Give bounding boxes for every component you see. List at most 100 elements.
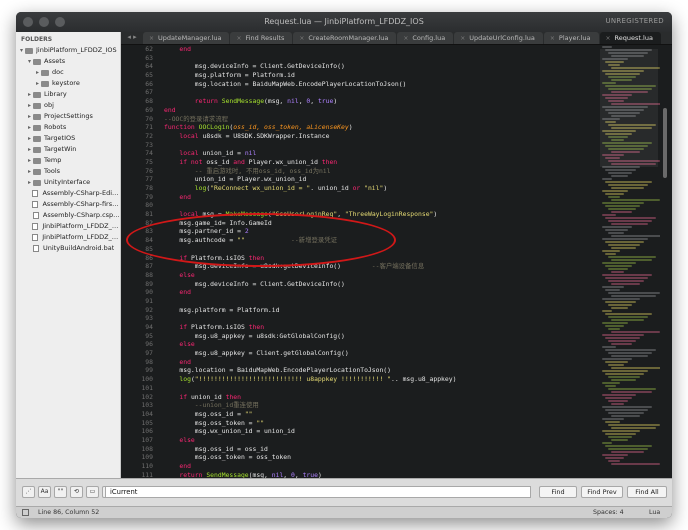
sidebar-item[interactable]: ▸ obj bbox=[16, 100, 120, 111]
disclosure-arrow-icon[interactable]: ▸ bbox=[26, 133, 33, 144]
disclosure-arrow-icon[interactable]: ▸ bbox=[26, 144, 33, 155]
code-line[interactable] bbox=[164, 314, 594, 323]
scrollbar-thumb[interactable] bbox=[663, 108, 667, 178]
code-line[interactable]: if union_id then bbox=[164, 393, 594, 402]
sidebar-item[interactable]: ▸ doc bbox=[16, 67, 120, 78]
sidebar-item[interactable]: Assembly-CSharp.csproj bbox=[16, 210, 120, 221]
find-prev-button[interactable]: Find Prev bbox=[581, 486, 623, 498]
code-line[interactable]: local msg = MakeMessage("SsoUserLoginReq… bbox=[164, 210, 594, 219]
code-line[interactable]: if Platform.isIOS then bbox=[164, 254, 594, 263]
editor-tab[interactable]: × Player.lua bbox=[543, 32, 599, 44]
sidebar-item[interactable]: Assembly-CSharp-firstpas bbox=[16, 199, 120, 210]
find-input[interactable] bbox=[105, 486, 531, 498]
vertical-scrollbar[interactable] bbox=[662, 48, 668, 476]
code-line[interactable] bbox=[164, 88, 594, 97]
sidebar-item[interactable]: ▸ Tools bbox=[16, 166, 120, 177]
close-tab-icon[interactable]: × bbox=[299, 35, 304, 42]
code-line[interactable]: msg.platform = Platform.id bbox=[164, 306, 594, 315]
code-line[interactable] bbox=[164, 141, 594, 150]
close-tab-icon[interactable]: × bbox=[149, 35, 154, 42]
code-line[interactable]: function OOCLogin(oss_id, oss_token, aLi… bbox=[164, 123, 594, 132]
minimap-viewport[interactable] bbox=[600, 49, 658, 167]
disclosure-arrow-icon[interactable]: ▸ bbox=[26, 155, 33, 166]
sidebar-item[interactable]: JinbiPlatform_LFDDZ_IOS.u bbox=[16, 232, 120, 243]
disclosure-arrow-icon[interactable]: ▸ bbox=[26, 166, 33, 177]
code-line[interactable]: local union_id = nil bbox=[164, 149, 594, 158]
sidebar-item[interactable]: ▾ JinbiPlatform_LFDDZ_IOS bbox=[16, 45, 120, 56]
code-line[interactable] bbox=[164, 201, 594, 210]
sidebar-item[interactable]: ▸ TargetWin bbox=[16, 144, 120, 155]
sidebar-item[interactable]: ▸ keystore bbox=[16, 78, 120, 89]
sidebar-item[interactable]: ▸ Library bbox=[16, 89, 120, 100]
sidebar-item[interactable]: ▸ Robots bbox=[16, 122, 120, 133]
sidebar-item[interactable]: ▸ TargetIOS bbox=[16, 133, 120, 144]
case-sensitive-toggle[interactable]: Aa bbox=[38, 486, 51, 498]
code-line[interactable]: end bbox=[164, 288, 594, 297]
code-line[interactable] bbox=[164, 384, 594, 393]
close-tab-icon[interactable]: × bbox=[550, 35, 555, 42]
code-line[interactable]: msg.oss_id = oss_id bbox=[164, 445, 594, 454]
code-line[interactable]: else bbox=[164, 340, 594, 349]
code-line[interactable]: return SendMessage(msg, nil, 0, true) bbox=[164, 97, 594, 106]
tab-nav-arrows[interactable]: ◂ ▸ bbox=[121, 31, 143, 44]
code-line[interactable]: -- 重启游戏时, 不用oss_id, oss_id为nil bbox=[164, 167, 594, 176]
code-line[interactable]: end bbox=[164, 193, 594, 202]
editor-tab[interactable]: × UpdateUrlConfig.lua bbox=[454, 32, 543, 44]
code-line[interactable]: --OOC的登录请求流程 bbox=[164, 115, 594, 124]
sidebar-item[interactable]: ▸ Temp bbox=[16, 155, 120, 166]
editor-tab[interactable]: × CreateRoomManager.lua bbox=[293, 32, 397, 44]
find-button[interactable]: Find bbox=[539, 486, 577, 498]
code-line[interactable]: msg.location = BaiduMapWeb.EncodePlayerL… bbox=[164, 80, 594, 89]
code-line[interactable]: msg.deviceInfo = Client.GetDeviceInfo() bbox=[164, 280, 594, 289]
code-line[interactable]: end bbox=[164, 45, 594, 54]
code-line[interactable]: local u8sdk = U8SDK.SDKWrapper.Instance bbox=[164, 132, 594, 141]
sidebar-item[interactable]: UnityBuildAndroid.bat bbox=[16, 243, 120, 254]
syntax-mode[interactable]: Lua bbox=[649, 509, 660, 516]
code-line[interactable]: end bbox=[164, 106, 594, 115]
disclosure-arrow-icon[interactable]: ▸ bbox=[26, 89, 33, 100]
code-line[interactable]: if not oss_id and Player.wx_union_id the… bbox=[164, 158, 594, 167]
disclosure-arrow-icon[interactable]: ▸ bbox=[26, 122, 33, 133]
code-line[interactable]: return SendMessage(msg, nil, 0, true) bbox=[164, 471, 594, 478]
code-line[interactable]: msg.deviceInfo = Client.GetDeviceInfo() bbox=[164, 62, 594, 71]
sidebar-item[interactable]: ▸ ProjectSettings bbox=[16, 111, 120, 122]
code-line[interactable]: end bbox=[164, 462, 594, 471]
sidebar-item[interactable]: ▸ UnityInterface bbox=[16, 177, 120, 188]
code-area[interactable]: end msg.deviceInfo = Client.GetDeviceInf… bbox=[164, 45, 594, 478]
code-editor[interactable]: 62 63 64 65 66 67 68 69 70 71 72 73 74 75 76 77 78 79 80 81… bbox=[121, 45, 598, 478]
close-tab-icon[interactable]: × bbox=[236, 35, 241, 42]
code-line[interactable]: --union_id重连使用 bbox=[164, 401, 594, 410]
sidebar-item[interactable]: JinbiPlatform_LFDDZ_IOS.s bbox=[16, 221, 120, 232]
code-line[interactable]: msg.platform = Platform.id bbox=[164, 71, 594, 80]
editor-tab[interactable]: × UpdateManager.lua bbox=[143, 32, 230, 44]
code-line[interactable]: msg.u8_appkey = Client.getGlobalConfig() bbox=[164, 349, 594, 358]
wrap-toggle[interactable]: ⟲ bbox=[70, 486, 83, 498]
whole-word-toggle[interactable]: "" bbox=[54, 486, 67, 498]
code-line[interactable] bbox=[164, 54, 594, 63]
disclosure-arrow-icon[interactable]: ▸ bbox=[34, 78, 41, 89]
code-line[interactable]: msg.partner_id = 2 bbox=[164, 227, 594, 236]
code-line[interactable]: msg.game_id= Info.GameId bbox=[164, 219, 594, 228]
code-line[interactable] bbox=[164, 245, 594, 254]
find-all-button[interactable]: Find All bbox=[627, 486, 667, 498]
disclosure-arrow-icon[interactable]: ▸ bbox=[26, 111, 33, 122]
editor-tab[interactable]: × Config.lua bbox=[397, 32, 454, 44]
code-line[interactable]: union_id = Player.wx_union_id bbox=[164, 175, 594, 184]
code-line[interactable]: msg.oss_token = "" bbox=[164, 419, 594, 428]
disclosure-arrow-icon[interactable]: ▸ bbox=[26, 177, 33, 188]
editor-tab[interactable]: × Find Results bbox=[230, 32, 293, 44]
code-line[interactable]: msg.u8_appkey = u8sdk:GetGlobalConfig() bbox=[164, 332, 594, 341]
sidebar-item[interactable]: ▾ Assets bbox=[16, 56, 120, 67]
code-line[interactable]: log("!!!!!!!!!!!!!!!!!!!!!!!!!!! u8appke… bbox=[164, 375, 594, 384]
code-line[interactable]: msg.oss_id = "" bbox=[164, 410, 594, 419]
close-tab-icon[interactable]: × bbox=[606, 35, 611, 42]
disclosure-arrow-icon[interactable]: ▾ bbox=[18, 45, 25, 56]
sidebar-item[interactable]: Assembly-CSharp-Editor.c bbox=[16, 188, 120, 199]
code-line[interactable]: log("ReConnect wx_union_id = ". union_id… bbox=[164, 184, 594, 193]
close-tab-icon[interactable]: × bbox=[403, 35, 408, 42]
code-line[interactable]: else bbox=[164, 436, 594, 445]
in-selection-toggle[interactable]: ▭ bbox=[86, 486, 99, 498]
code-line[interactable]: msg.deviceInfo = u8sdk:getDeviceInfo() -… bbox=[164, 262, 594, 271]
code-line[interactable]: end bbox=[164, 358, 594, 367]
regex-toggle[interactable]: ⋰ bbox=[22, 486, 35, 498]
